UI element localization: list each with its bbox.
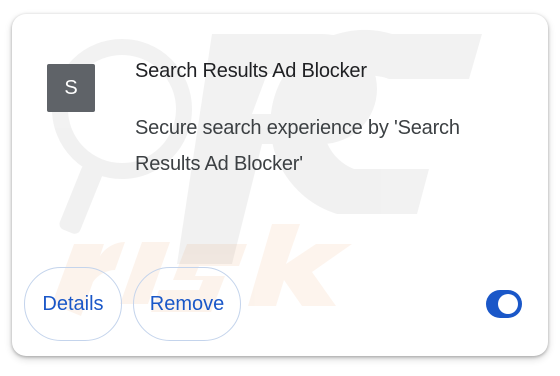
extension-icon-letter: S [64,76,78,99]
details-button[interactable]: Details [24,267,122,341]
toggle-knob [498,294,518,314]
extension-enable-toggle[interactable] [486,290,522,318]
remove-button[interactable]: Remove [133,267,241,341]
extension-name: Search Results Ad Blocker [135,60,367,82]
extension-icon: S [47,64,95,112]
extension-description: Secure search experience by 'Search Resu… [135,117,460,175]
page: S Search Results Ad Blocker Secure searc… [0,0,560,376]
extension-card: S Search Results Ad Blocker Secure searc… [12,14,548,356]
